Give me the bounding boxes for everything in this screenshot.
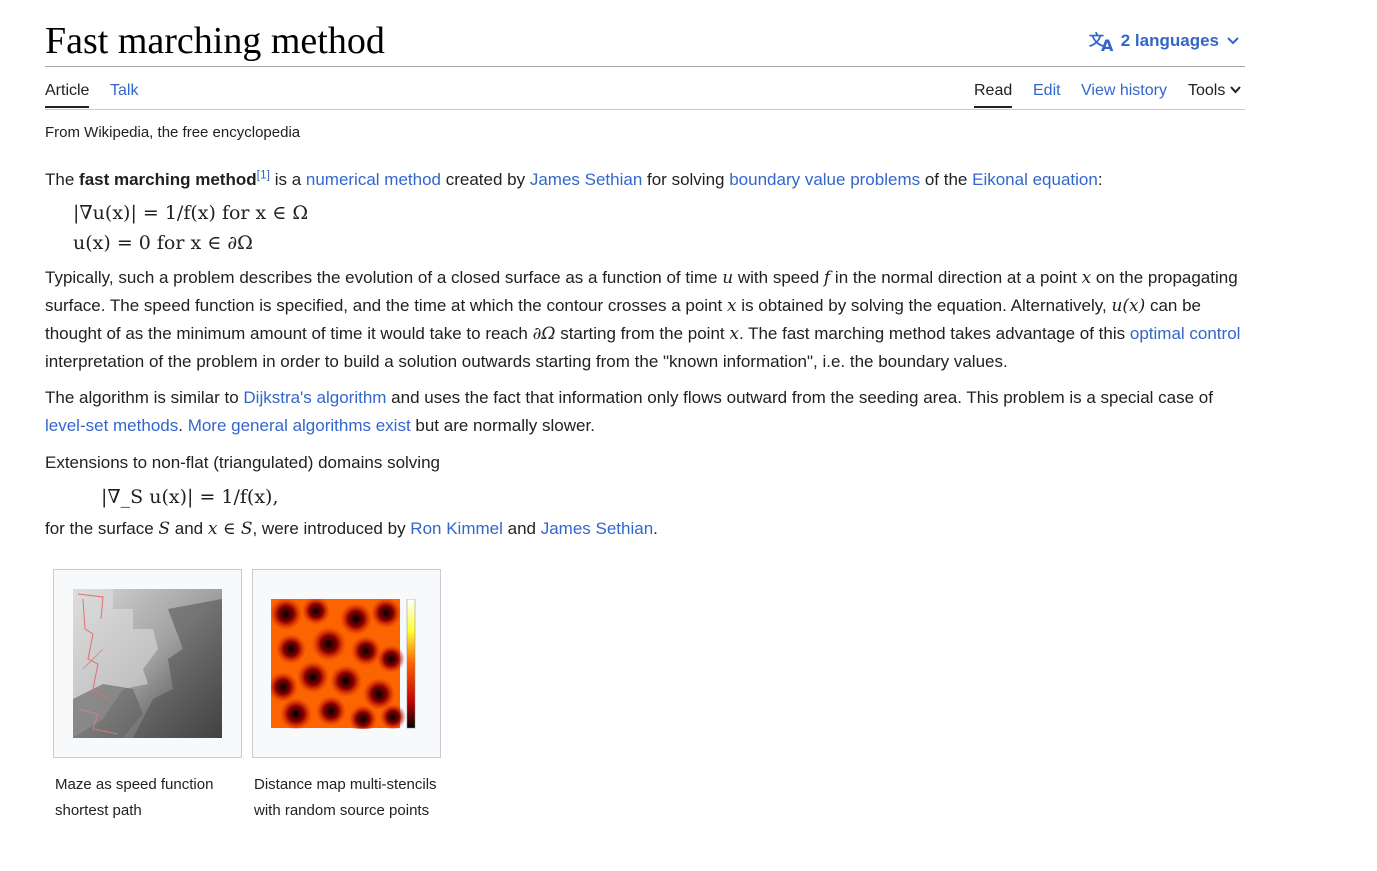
chevron-down-icon: [1230, 86, 1242, 94]
gallery-thumb-frame[interactable]: [53, 569, 242, 758]
chevron-down-icon: [1227, 37, 1239, 45]
text: with speed: [733, 268, 824, 287]
text: .: [653, 519, 658, 538]
text: for the surface: [45, 519, 159, 538]
equation-line-1: |∇u(x)| = 1/f(x) for x ∈ Ω: [73, 202, 309, 224]
text: The: [45, 170, 80, 189]
text: but are normally slower.: [410, 416, 595, 435]
math-ux: u(x): [1111, 296, 1146, 316]
link-james-sethian[interactable]: James Sethian: [530, 170, 642, 189]
page-title: Fast marching method: [45, 20, 385, 62]
tab-read[interactable]: Read: [974, 81, 1013, 108]
text: , were introduced by: [252, 519, 411, 538]
gallery-item: Distance map multi-stencils with random …: [252, 569, 441, 824]
eikonal-equation: |∇u(x)| = 1/f(x) for x ∈ Ω u(x) = 0 for …: [73, 198, 1245, 258]
math-x-in-s: x ∈ S: [207, 519, 253, 539]
site-tagline: From Wikipedia, the free encyclopedia: [45, 124, 301, 141]
link-james-sethian-2[interactable]: James Sethian: [541, 519, 653, 538]
reference-link[interactable]: [1]: [257, 167, 270, 181]
page-tabs: Article Talk Read Edit View history Tool…: [45, 67, 1245, 110]
text: in the normal direction at a point: [830, 268, 1082, 287]
link-dijkstra[interactable]: Dijkstra's algorithm: [243, 388, 386, 407]
text: and: [170, 519, 208, 538]
title-row: Fast marching method 文 A 2 languages: [45, 0, 1245, 67]
text: Typically, such a problem describes the …: [45, 268, 723, 287]
link-numerical-method[interactable]: numerical method: [306, 170, 441, 189]
text: and uses the fact that information only …: [386, 388, 1213, 407]
link-boundary-value-problems[interactable]: boundary value problems: [729, 170, 920, 189]
article-page: Fast marching method 文 A 2 languages Art…: [45, 0, 1245, 819]
text: The algorithm is similar to: [45, 388, 244, 407]
text: . The fast marching method takes advanta…: [738, 324, 1130, 343]
languages-button[interactable]: 文 A 2 languages: [1089, 29, 1245, 53]
image-gallery: Maze as speed function shortest path Dis…: [53, 569, 441, 824]
link-optimal-control[interactable]: optimal control: [1130, 324, 1241, 343]
text: starting from the point: [555, 324, 730, 343]
link-level-set-methods[interactable]: level-set methods: [45, 416, 178, 435]
tab-edit[interactable]: Edit: [1033, 81, 1061, 108]
tab-article[interactable]: Article: [45, 81, 90, 108]
tab-view-history[interactable]: View history: [1081, 81, 1167, 108]
gallery-item: Maze as speed function shortest path: [53, 569, 242, 824]
math-u: u: [722, 268, 734, 288]
tools-menu[interactable]: Tools: [1188, 81, 1242, 108]
link-ron-kimmel[interactable]: Ron Kimmel: [410, 519, 503, 538]
description-paragraph: Typically, such a problem describes the …: [45, 264, 1245, 376]
maze-image[interactable]: [73, 589, 222, 738]
text: and: [502, 519, 541, 538]
surface-equation: |∇_S u(x)| = 1/f(x),: [101, 486, 279, 508]
math-boundary: ∂Ω: [532, 324, 556, 344]
extensions-paragraph: Extensions to non-flat (triangulated) do…: [45, 453, 440, 472]
text: interpretation of the problem in order t…: [45, 352, 1008, 371]
text: .: [178, 416, 188, 435]
text: of the: [920, 170, 973, 189]
languages-label: 2 languages: [1120, 31, 1219, 50]
math-x: x: [729, 324, 739, 344]
math-s: S: [158, 519, 171, 539]
gallery-thumb-frame[interactable]: [252, 569, 441, 758]
text: for solving: [642, 170, 730, 189]
text: created by: [441, 170, 530, 189]
text: :: [1097, 170, 1103, 189]
algorithm-paragraph: The algorithm is similar to Dijkstra's a…: [45, 384, 1245, 440]
svg-text:A: A: [1101, 36, 1114, 52]
gallery-caption: Maze as speed function shortest path: [55, 776, 214, 819]
surface-paragraph: for the surface S and x ∈ S, were introd…: [45, 515, 1245, 543]
text: is a: [269, 170, 306, 189]
link-general-algorithms[interactable]: More general algorithms exist: [188, 416, 411, 435]
tools-label: Tools: [1188, 82, 1226, 99]
intro-paragraph: The fast marching method[1] is a numeric…: [45, 166, 1245, 194]
equation-line-2: u(x) = 0 for x ∈ ∂Ω: [73, 232, 253, 254]
math-x: x: [1081, 268, 1092, 288]
text: is obtained by solving the equation. Alt…: [736, 296, 1112, 315]
link-eikonal-equation[interactable]: Eikonal equation: [972, 170, 1098, 189]
translate-icon: 文 A: [1089, 31, 1114, 52]
article-body: The fast marching method[1] is a numeric…: [45, 166, 1245, 543]
tab-talk[interactable]: Talk: [110, 81, 138, 108]
distance-map-image[interactable]: [270, 598, 423, 729]
math-x: x: [726, 296, 737, 316]
bold-term: fast marching method: [79, 170, 257, 189]
gallery-caption: Distance map multi-stencils with random …: [254, 776, 437, 819]
